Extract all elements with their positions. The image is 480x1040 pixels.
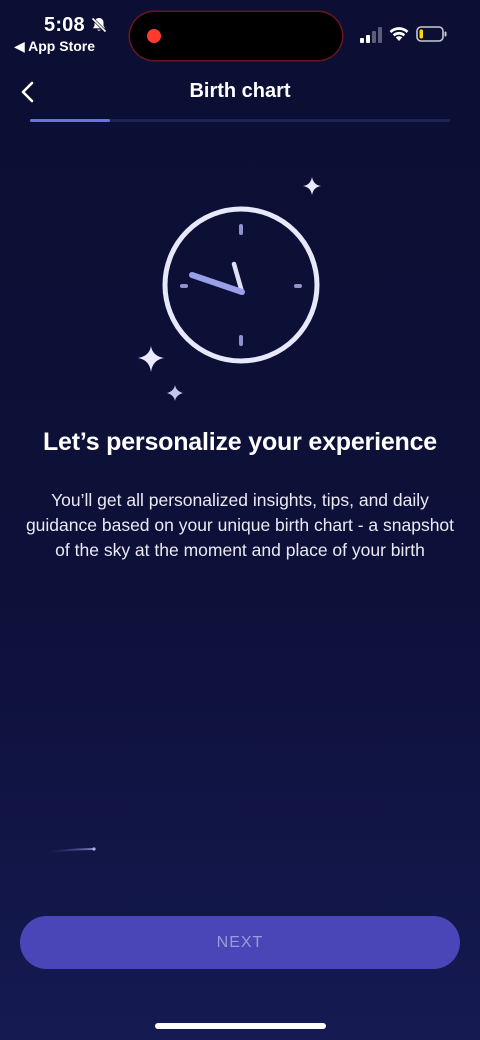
dynamic-island (130, 12, 342, 60)
next-button-label: NEXT (216, 933, 264, 951)
bell-off-icon (91, 17, 107, 33)
description: You’ll get all personalized insights, ti… (25, 490, 455, 560)
shooting-star-decoration (47, 847, 96, 853)
recording-indicator (147, 29, 161, 43)
progress-bar-fill (30, 119, 110, 122)
sparkle-icon (138, 346, 164, 372)
clock-icon (162, 206, 320, 364)
progress-bar (30, 119, 450, 122)
wifi-icon (389, 27, 409, 41)
battery-icon (416, 26, 447, 42)
status-time: 5:08 (44, 14, 85, 36)
next-button[interactable]: NEXT (20, 916, 460, 969)
status-bar: 5:08 ◀ App Store (0, 0, 480, 60)
headline: Let’s personalize your experience (42, 428, 438, 456)
home-indicator[interactable] (155, 1023, 326, 1029)
nav-bar: Birth chart (0, 70, 480, 114)
clock-illustration (138, 177, 321, 401)
back-to-app-store-link[interactable]: ◀ App Store (14, 38, 95, 55)
sparkle-icon (303, 177, 321, 195)
sparkle-icon (167, 385, 183, 401)
page-title: Birth chart (189, 80, 291, 102)
signal-icon (360, 27, 382, 43)
